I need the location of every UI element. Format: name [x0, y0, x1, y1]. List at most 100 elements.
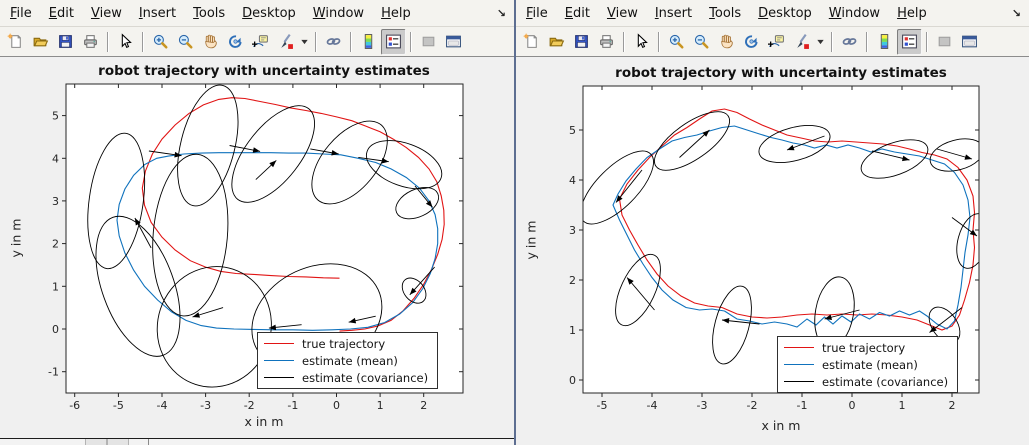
legend-row: true trajectory: [784, 339, 948, 356]
menu-tools[interactable]: Tools: [709, 6, 741, 21]
background-button: [107, 439, 129, 445]
legend-label: estimate (mean): [822, 358, 918, 372]
menu-window[interactable]: Window: [313, 6, 364, 21]
pan-hand-button[interactable]: [198, 29, 223, 55]
toolbar-separator: [350, 32, 352, 52]
new-document-icon: [7, 33, 24, 50]
plot-title: robot trajectory with uncertainty estima…: [615, 65, 947, 81]
legend-row: estimate (mean): [264, 352, 428, 369]
print-button[interactable]: [594, 29, 619, 55]
legend-label: true trajectory: [302, 337, 385, 351]
insert-legend-button[interactable]: [897, 29, 922, 55]
new-document-icon: [523, 33, 540, 50]
hide-plot-tools-button[interactable]: [416, 29, 441, 55]
link-plots-button[interactable]: [837, 29, 862, 55]
pan-hand-icon: [202, 33, 219, 50]
menu-help[interactable]: Help: [381, 6, 411, 21]
open-folder-icon: [548, 33, 565, 50]
data-cursor-icon: [252, 33, 269, 50]
insert-colorbar-button[interactable]: [356, 29, 381, 55]
dock-figure-button[interactable]: [441, 29, 466, 55]
y-axis-label: y in m: [524, 221, 539, 260]
toolbar-separator: [658, 32, 660, 52]
menu-file[interactable]: File: [526, 6, 548, 21]
menu-edit[interactable]: Edit: [565, 6, 590, 21]
menu-view[interactable]: View: [91, 6, 122, 21]
open-folder-button[interactable]: [544, 29, 569, 55]
legend-label: estimate (covariance): [822, 375, 948, 389]
insert-legend-button[interactable]: [381, 29, 406, 55]
brush-button[interactable]: [273, 29, 298, 55]
pointer-button[interactable]: [629, 29, 654, 55]
pointer-icon: [117, 33, 134, 50]
menu-insert[interactable]: Insert: [139, 6, 176, 21]
pan-hand-icon: [718, 33, 735, 50]
toolbar-separator: [623, 32, 625, 52]
figure-window-right: File Edit View Insert Tools Desktop Window Help…: [514, 0, 1029, 445]
legend-label: estimate (mean): [302, 354, 398, 368]
insert-colorbar-icon: [360, 33, 377, 50]
legend: true trajectory estimate (mean) estimate (…: [777, 336, 958, 393]
rotate-3d-button[interactable]: [223, 29, 248, 55]
legend-line-swatch: [264, 360, 294, 361]
toolbar-separator: [410, 32, 412, 52]
zoom-out-button[interactable]: [173, 29, 198, 55]
print-button[interactable]: [78, 29, 103, 55]
legend-line-swatch: [264, 377, 294, 378]
new-document-button[interactable]: [519, 29, 544, 55]
rotate-3d-button[interactable]: [739, 29, 764, 55]
plot-title: robot trajectory with uncertainty estima…: [98, 63, 430, 79]
open-folder-button[interactable]: [28, 29, 53, 55]
menu-desktop[interactable]: Desktop: [758, 6, 812, 21]
dock-figure-arrow-icon[interactable]: ↘: [497, 7, 506, 20]
insert-legend-icon: [385, 33, 402, 50]
link-plots-icon: [841, 33, 858, 50]
brush-dropdown-arrow-button[interactable]: [298, 29, 311, 55]
menu-insert[interactable]: Insert: [655, 6, 692, 21]
menu-desktop[interactable]: Desktop: [242, 6, 296, 21]
toolbar: [514, 27, 1029, 57]
menu-tools[interactable]: Tools: [193, 6, 225, 21]
brush-icon: [793, 33, 810, 50]
menu-file[interactable]: File: [10, 6, 32, 21]
background-window-fragment: [0, 439, 514, 445]
brush-button[interactable]: [789, 29, 814, 55]
link-plots-button[interactable]: [321, 29, 346, 55]
legend-line-swatch: [784, 381, 814, 382]
dock-figure-arrow-icon[interactable]: ↘: [1012, 7, 1021, 20]
menu-bar: File Edit View Insert Tools Desktop Window Help…: [514, 0, 1029, 27]
pointer-button[interactable]: [113, 29, 138, 55]
dock-figure-icon: [445, 33, 462, 50]
menu-help[interactable]: Help: [897, 6, 927, 21]
data-cursor-button[interactable]: [248, 29, 273, 55]
insert-colorbar-icon: [876, 33, 893, 50]
link-plots-icon: [325, 33, 342, 50]
brush-icon: [277, 33, 294, 50]
pan-hand-button[interactable]: [714, 29, 739, 55]
menu-view[interactable]: View: [607, 6, 638, 21]
toolbar-separator: [926, 32, 928, 52]
dock-figure-button[interactable]: [957, 29, 982, 55]
hide-plot-tools-icon: [936, 33, 953, 50]
legend-row: true trajectory: [264, 335, 428, 352]
new-document-button[interactable]: [3, 29, 28, 55]
save-button[interactable]: [53, 29, 78, 55]
menu-window[interactable]: Window: [829, 6, 880, 21]
menu-edit[interactable]: Edit: [49, 6, 74, 21]
rotate-3d-icon: [227, 33, 244, 50]
zoom-out-button[interactable]: [689, 29, 714, 55]
zoom-out-icon: [693, 33, 710, 50]
hide-plot-tools-button[interactable]: [932, 29, 957, 55]
brush-dropdown-arrow-button[interactable]: [814, 29, 827, 55]
pointer-icon: [633, 33, 650, 50]
zoom-out-icon: [177, 33, 194, 50]
legend-line-swatch: [784, 364, 814, 365]
save-button[interactable]: [569, 29, 594, 55]
data-cursor-button[interactable]: [764, 29, 789, 55]
zoom-in-button[interactable]: [664, 29, 689, 55]
zoom-in-icon: [152, 33, 169, 50]
legend-line-swatch: [264, 343, 294, 344]
insert-colorbar-button[interactable]: [872, 29, 897, 55]
toolbar-separator: [315, 32, 317, 52]
zoom-in-button[interactable]: [148, 29, 173, 55]
